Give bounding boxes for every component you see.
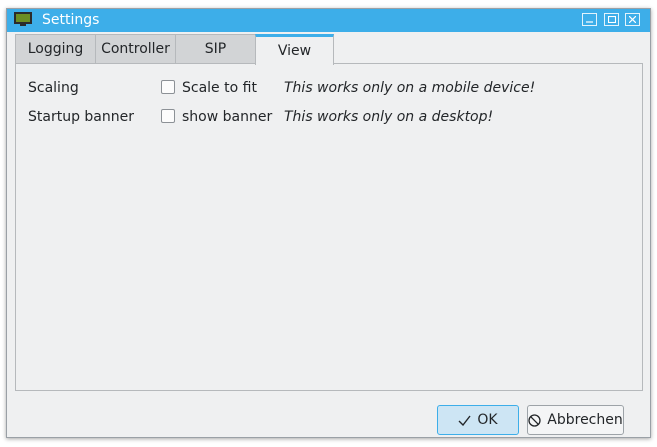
startup-banner-note: This works only on a desktop! (284, 109, 494, 125)
view-panel: Scaling Scale to fit This works only on … (15, 63, 643, 391)
tab-bar: Logging Controller SIP View (15, 34, 643, 65)
tab-sip[interactable]: SIP (175, 34, 256, 63)
cancel-label: Abbrechen (547, 412, 623, 428)
cancel-button[interactable]: Abbrechen (527, 405, 624, 435)
scaling-note: This works only on a mobile device! (284, 80, 536, 96)
scale-to-fit-label[interactable]: Scale to fit (182, 80, 257, 96)
close-button[interactable] (625, 13, 640, 26)
tab-logging[interactable]: Logging (15, 34, 96, 63)
scale-to-fit-checkbox[interactable] (161, 80, 175, 94)
minimize-icon (586, 21, 593, 23)
settings-dialog: Settings Logging Controller SIP View Sca… (6, 8, 651, 438)
maximize-icon (607, 16, 616, 23)
title-bar[interactable]: Settings (7, 9, 650, 32)
show-banner-checkbox[interactable] (161, 109, 175, 123)
window-title: Settings (42, 12, 100, 28)
startup-banner-label: Startup banner (28, 109, 134, 125)
ok-button[interactable]: OK (437, 405, 519, 435)
ok-label: OK (477, 412, 498, 428)
minimize-button[interactable] (582, 13, 597, 26)
tab-view[interactable]: View (255, 34, 334, 65)
checkmark-icon (458, 415, 471, 426)
maximize-button[interactable] (604, 13, 619, 26)
close-icon (629, 16, 636, 23)
cancel-icon (528, 413, 541, 427)
scaling-label: Scaling (28, 80, 79, 96)
tab-controller[interactable]: Controller (95, 34, 176, 63)
app-icon (14, 12, 32, 26)
show-banner-label[interactable]: show banner (182, 109, 272, 125)
